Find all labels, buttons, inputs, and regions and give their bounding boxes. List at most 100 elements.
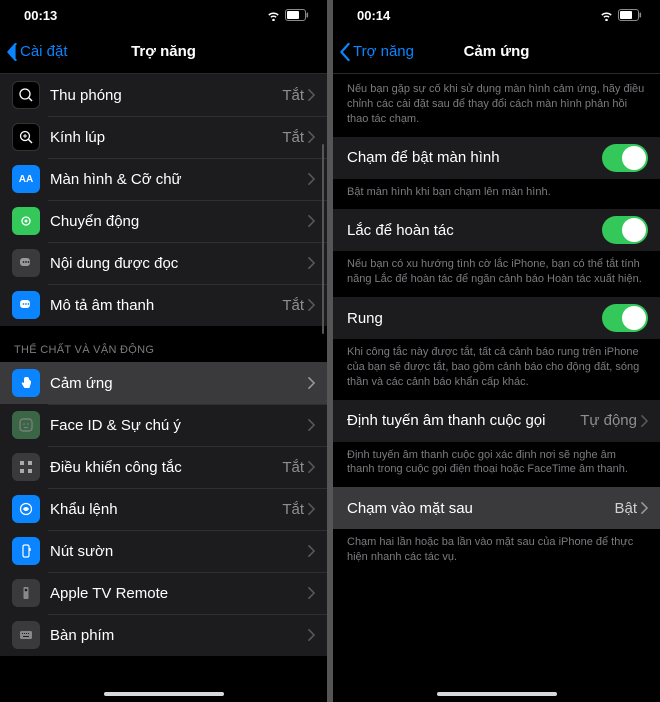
chevron-right-icon	[308, 299, 315, 311]
row-faceid[interactable]: Face ID & Sự chú ý	[0, 404, 327, 446]
status-time: 00:13	[24, 8, 57, 23]
tap-to-wake-group: Chạm để bật màn hình	[333, 137, 660, 179]
status-bar: 00:14	[333, 0, 660, 30]
row-label: Cảm ứng	[50, 375, 308, 392]
page-title: Cảm ứng	[464, 43, 530, 60]
phone-touch-settings: 00:14 Trợ năng Cảm ứng Nếu bạn gặp sự cố…	[333, 0, 660, 702]
nav-bar: Trợ năng Cảm ứng	[333, 30, 660, 74]
toggle-shake-undo[interactable]	[602, 216, 648, 244]
row-label: Rung	[347, 310, 602, 327]
row-label: Điều khiển công tắc	[50, 459, 282, 476]
status-icons	[266, 9, 309, 21]
row-label: Thu phóng	[50, 87, 282, 104]
row-value: Tắt	[282, 87, 304, 104]
back-tap-group: Chạm vào mặt sau Bật	[333, 487, 660, 529]
chevron-right-icon	[308, 461, 315, 473]
text-size-icon: AA	[12, 165, 40, 193]
page-title: Trợ năng	[131, 43, 196, 60]
spoken-content-icon	[12, 249, 40, 277]
vision-group: Thu phóng Tắt Kính lúp Tắt AA Màn hình &…	[0, 74, 327, 326]
chevron-right-icon	[308, 503, 315, 515]
row-label: Kính lúp	[50, 129, 282, 146]
back-label: Cài đặt	[20, 43, 68, 60]
row-spoken-content[interactable]: Nội dung được đọc	[0, 242, 327, 284]
row-voice-control[interactable]: Khẩu lệnh Tắt	[0, 488, 327, 530]
row-label: Apple TV Remote	[50, 585, 308, 602]
row-label: Màn hình & Cỡ chữ	[50, 171, 308, 188]
row-label: Mô tả âm thanh	[50, 297, 282, 314]
keyboard-icon	[12, 621, 40, 649]
status-time: 00:14	[357, 8, 390, 23]
row-side-button[interactable]: Nút sườn	[0, 530, 327, 572]
toggle-tap-to-wake[interactable]	[602, 144, 648, 172]
settings-scroll[interactable]: Nếu bạn gặp sự cố khi sử dụng màn hình c…	[333, 74, 660, 702]
row-motion[interactable]: Chuyển động	[0, 200, 327, 242]
chevron-right-icon	[308, 257, 315, 269]
row-label: Bàn phím	[50, 627, 308, 644]
audio-desc-icon	[12, 291, 40, 319]
shake-undo-footer: Nếu bạn có xu hướng tình cờ lắc iPhone, …	[333, 251, 660, 297]
back-tap-footer: Chạm hai lần hoặc ba lần vào mặt sau của…	[333, 529, 660, 575]
status-icons	[599, 9, 642, 21]
chevron-right-icon	[308, 215, 315, 227]
call-routing-footer: Định tuyến âm thanh cuộc gọi xác định nơ…	[333, 442, 660, 488]
home-indicator[interactable]	[437, 692, 557, 696]
vibration-footer: Khi công tắc này được tắt, tất cả cảnh b…	[333, 339, 660, 400]
row-shake-undo[interactable]: Lắc để hoàn tác	[333, 209, 660, 251]
row-audio-desc[interactable]: Mô tả âm thanh Tắt	[0, 284, 327, 326]
row-switch-control[interactable]: Điều khiển công tắc Tắt	[0, 446, 327, 488]
settings-scroll[interactable]: Thu phóng Tắt Kính lúp Tắt AA Màn hình &…	[0, 74, 327, 702]
apple-tv-remote-icon	[12, 579, 40, 607]
row-keyboard[interactable]: Bàn phím	[0, 614, 327, 656]
row-magnifier[interactable]: Kính lúp Tắt	[0, 116, 327, 158]
row-tap-to-wake[interactable]: Chạm để bật màn hình	[333, 137, 660, 179]
nav-bar: Cài đặt Trợ năng	[0, 30, 327, 74]
motion-icon	[12, 207, 40, 235]
scrollbar[interactable]	[322, 144, 325, 334]
vibration-group: Rung	[333, 297, 660, 339]
row-value: Tắt	[282, 501, 304, 518]
back-label: Trợ năng	[353, 43, 414, 60]
faceid-icon	[12, 411, 40, 439]
magnifier-icon	[12, 123, 40, 151]
row-vibration[interactable]: Rung	[333, 297, 660, 339]
row-label: Nút sườn	[50, 543, 308, 560]
chevron-left-icon	[339, 43, 351, 61]
chevron-right-icon	[308, 131, 315, 143]
row-back-tap[interactable]: Chạm vào mặt sau Bật	[333, 487, 660, 529]
row-call-routing[interactable]: Định tuyến âm thanh cuộc gọi Tự động	[333, 400, 660, 442]
row-value: Tự động	[580, 412, 637, 429]
switch-control-icon	[12, 453, 40, 481]
row-label: Định tuyến âm thanh cuộc gọi	[347, 412, 580, 429]
row-label: Chạm để bật màn hình	[347, 149, 602, 166]
zoom-icon	[12, 81, 40, 109]
phone-accessibility: 00:13 Cài đặt Trợ năng Thu phóng Tắt Kín…	[0, 0, 327, 702]
home-indicator[interactable]	[104, 692, 224, 696]
battery-icon	[618, 9, 642, 21]
chevron-right-icon	[308, 629, 315, 641]
back-button[interactable]: Cài đặt	[6, 43, 68, 61]
row-display-text[interactable]: AA Màn hình & Cỡ chữ	[0, 158, 327, 200]
touch-icon	[12, 369, 40, 397]
chevron-right-icon	[641, 415, 648, 427]
battery-icon	[285, 9, 309, 21]
chevron-right-icon	[308, 377, 315, 389]
row-apple-tv-remote[interactable]: Apple TV Remote	[0, 572, 327, 614]
row-label: Lắc để hoàn tác	[347, 222, 602, 239]
row-label: Chuyển động	[50, 213, 308, 230]
row-label: Nội dung được đọc	[50, 255, 308, 272]
row-label: Chạm vào mặt sau	[347, 500, 614, 517]
back-button[interactable]: Trợ năng	[339, 43, 414, 61]
row-touch[interactable]: Cảm ứng	[0, 362, 327, 404]
chevron-right-icon	[641, 502, 648, 514]
chevron-right-icon	[308, 419, 315, 431]
side-button-icon	[12, 537, 40, 565]
shake-undo-group: Lắc để hoàn tác	[333, 209, 660, 251]
row-label: Face ID & Sự chú ý	[50, 417, 308, 434]
voice-control-icon	[12, 495, 40, 523]
intro-text: Nếu bạn gặp sự cố khi sử dụng màn hình c…	[333, 74, 660, 137]
chevron-left-icon	[6, 43, 18, 61]
chevron-right-icon	[308, 545, 315, 557]
toggle-vibration[interactable]	[602, 304, 648, 332]
row-zoom[interactable]: Thu phóng Tắt	[0, 74, 327, 116]
